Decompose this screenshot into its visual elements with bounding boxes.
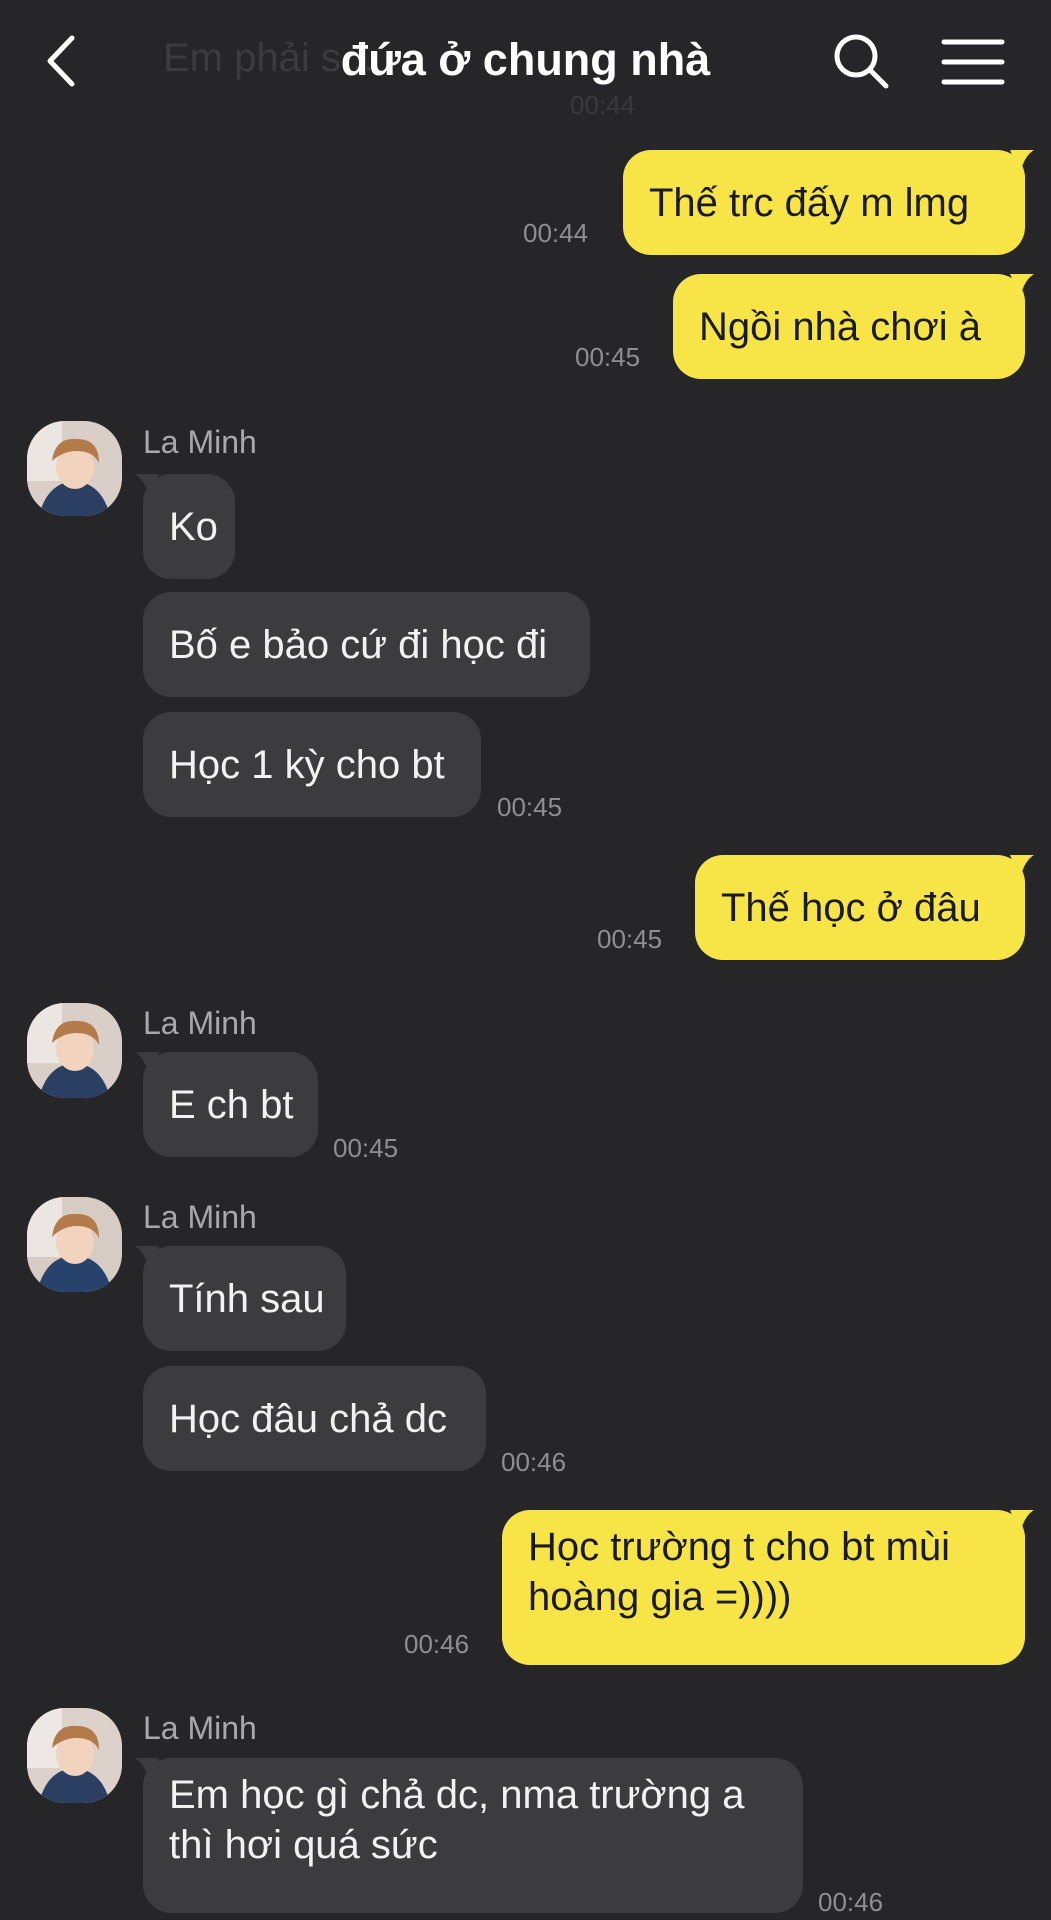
scrolled-message-time: 00:44	[570, 90, 636, 120]
menu-button[interactable]	[938, 28, 1008, 99]
message-time: 00:45	[497, 792, 563, 822]
message-bubble[interactable]: Tính sau	[143, 1246, 346, 1351]
avatar-photo	[27, 1708, 122, 1803]
back-button[interactable]	[38, 28, 88, 99]
avatar-photo	[27, 1003, 122, 1098]
message-bubble[interactable]: Học đâu chả dc	[143, 1366, 486, 1471]
avatar-photo	[27, 1197, 122, 1292]
message-time: 00:45	[333, 1133, 399, 1163]
message-bubble[interactable]: Học 1 kỳ cho bt	[143, 712, 481, 817]
sender-name: La Minh	[143, 1199, 257, 1235]
avatar[interactable]	[27, 421, 122, 516]
message-bubble[interactable]: Học trường t cho bt mùi hoàng gia =))))	[502, 1510, 1025, 1665]
message-time: 00:44	[523, 218, 589, 248]
avatar[interactable]	[27, 1003, 122, 1098]
message-time: 00:46	[501, 1447, 567, 1477]
message-bubble[interactable]: Bố e bảo cứ đi học đi	[143, 592, 590, 697]
avatar-photo	[27, 421, 122, 516]
sender-name: La Minh	[143, 1710, 257, 1746]
message-bubble[interactable]: Em học gì chả dc, nma trường a thì hơi q…	[143, 1758, 803, 1913]
chat-header: Em phải s... 00:44 đứa ở chung nhà	[0, 0, 1051, 125]
message-time: 00:46	[404, 1629, 470, 1659]
message-time: 00:45	[597, 924, 663, 954]
avatar[interactable]	[27, 1197, 122, 1292]
message-bubble[interactable]: Thế trc đấy m lmg	[623, 150, 1025, 255]
sender-name: La Minh	[143, 424, 257, 460]
search-button[interactable]	[828, 28, 894, 99]
message-bubble[interactable]: Ngồi nhà chơi à	[673, 274, 1025, 379]
avatar[interactable]	[27, 1708, 122, 1803]
menu-icon	[941, 39, 1005, 85]
search-icon	[834, 34, 889, 89]
sender-name: La Minh	[143, 1005, 257, 1041]
message-time: 00:46	[818, 1887, 884, 1917]
message-bubble[interactable]: Thế học ở đâu	[695, 855, 1025, 960]
message-bubble[interactable]: Ko	[143, 474, 235, 579]
back-arrow-icon	[47, 35, 75, 87]
message-bubble[interactable]: E ch bt	[143, 1052, 318, 1157]
message-time: 00:45	[575, 342, 641, 372]
